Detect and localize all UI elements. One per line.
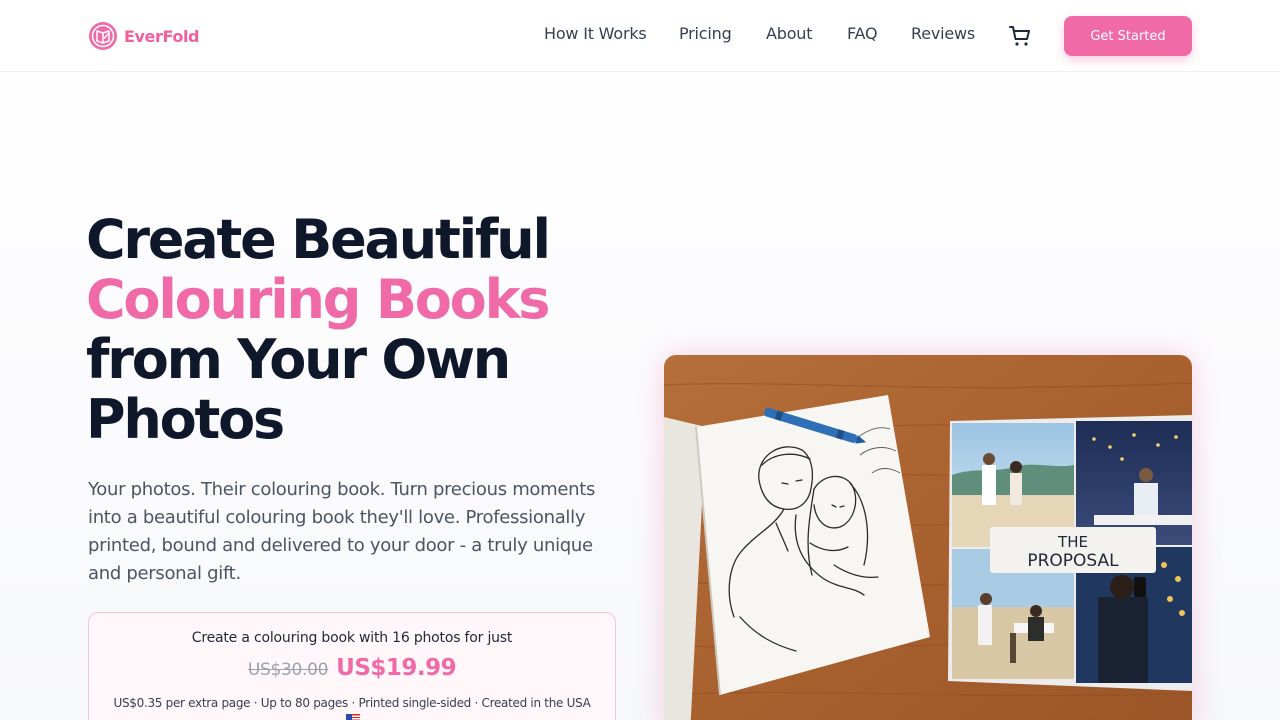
nav-reviews[interactable]: Reviews bbox=[911, 24, 975, 43]
brand-logo[interactable]: EverFold bbox=[88, 20, 200, 52]
cover-title-line-2: PROPOSAL bbox=[1027, 551, 1119, 571]
pricing-note: US$0.35 per extra page · Up to 80 pages … bbox=[113, 696, 591, 710]
new-price: US$19.99 bbox=[336, 655, 457, 681]
nav-how-it-works[interactable]: How It Works bbox=[544, 24, 647, 43]
price-row: US$30.00 US$19.99 bbox=[89, 655, 615, 681]
product-illustration: THE PROPOSAL bbox=[664, 355, 1192, 720]
hero-title-line-3: from Your Own bbox=[86, 328, 511, 391]
old-price: US$30.00 bbox=[247, 660, 329, 680]
site-header: EverFold How It Works Pricing About FAQ … bbox=[0, 0, 1280, 72]
us-flag-icon bbox=[346, 714, 360, 720]
brand-name: EverFold bbox=[124, 26, 200, 46]
hero-title-line-1: Create Beautiful bbox=[86, 208, 551, 271]
hero-product-image: THE PROPOSAL bbox=[664, 355, 1192, 720]
pricing-card: Create a colouring book with 16 photos f… bbox=[88, 612, 616, 720]
hero-title-line-4: Photos bbox=[86, 388, 285, 451]
hero-subtitle: Your photos. Their colouring book. Turn … bbox=[88, 479, 596, 584]
hero-title-highlight: Colouring Books bbox=[86, 268, 550, 331]
hero-title: Create Beautiful Colouring Books from Yo… bbox=[86, 210, 646, 450]
cart-icon[interactable] bbox=[1008, 24, 1032, 48]
nav-about[interactable]: About bbox=[766, 24, 813, 43]
pricing-intro: Create a colouring book with 16 photos f… bbox=[191, 630, 513, 646]
photo-book-cover: THE PROPOSAL bbox=[948, 415, 1192, 691]
nav-pricing[interactable]: Pricing bbox=[679, 24, 732, 43]
cover-title-line-1: THE bbox=[1057, 533, 1088, 551]
nav-faq[interactable]: FAQ bbox=[847, 24, 878, 43]
get-started-button[interactable]: Get Started bbox=[1064, 16, 1192, 56]
book-logo-icon bbox=[89, 22, 117, 50]
